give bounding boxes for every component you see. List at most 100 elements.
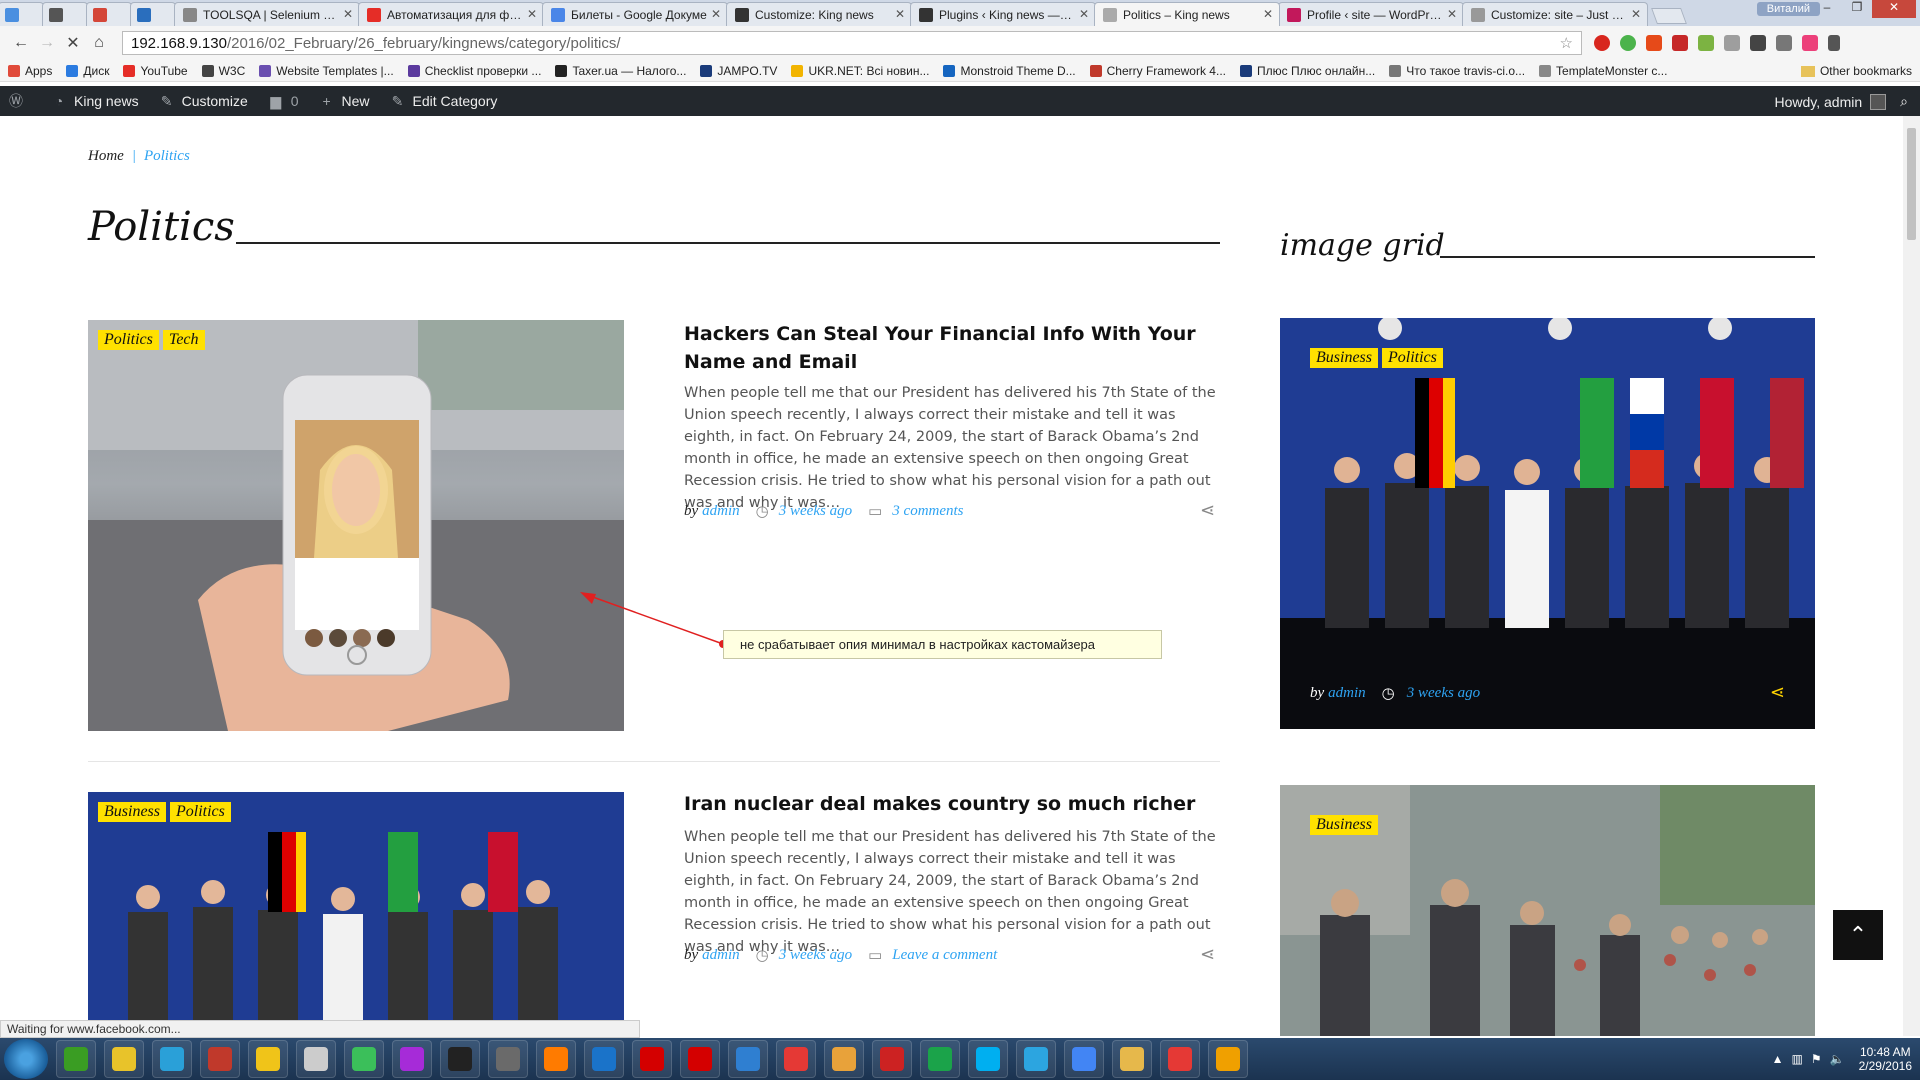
category-tag[interactable]: Politics — [1382, 348, 1443, 368]
taskbar-app-button[interactable] — [1064, 1040, 1104, 1078]
taskbar-app-button[interactable] — [104, 1040, 144, 1078]
page-scrollbar[interactable] — [1903, 116, 1920, 1036]
translate-extension-icon[interactable] — [1698, 35, 1714, 51]
taskbar-app-button[interactable] — [152, 1040, 192, 1078]
browser-tab[interactable] — [86, 2, 132, 26]
bookmark-item[interactable]: Taxer.ua — Налого... — [555, 64, 686, 78]
taskbar-app-button[interactable] — [968, 1040, 1008, 1078]
close-tab-icon[interactable]: ✕ — [343, 7, 353, 21]
windows-start-button[interactable] — [4, 1039, 48, 1079]
category-tag[interactable]: Business — [1310, 348, 1378, 368]
bookmark-item[interactable]: Monstroid Theme D... — [943, 64, 1076, 78]
share-icon[interactable]: ⋖ — [1200, 500, 1215, 521]
date-link[interactable]: 3 weeks ago — [1407, 685, 1480, 702]
forward-button[interactable]: → — [34, 34, 60, 52]
bookmark-item[interactable]: Что такое travis-ci.o... — [1389, 64, 1525, 78]
comments-link[interactable]: ▆ 0 — [268, 93, 298, 109]
home-button[interactable]: ⌂ — [86, 34, 112, 52]
date-link[interactable]: 3 weeks ago — [779, 503, 852, 520]
taskbar-app-button[interactable] — [584, 1040, 624, 1078]
browser-tab[interactable]: TOOLSQA | Selenium Web ✕ — [174, 2, 360, 26]
author-link[interactable]: admin — [702, 947, 740, 964]
post-title-link[interactable]: Iran nuclear deal makes country so much … — [684, 790, 1224, 818]
post-title-link[interactable]: Hackers Can Steal Your Financial Info Wi… — [684, 320, 1224, 376]
post-thumbnail-iran-deal[interactable]: Business Politics — [88, 792, 624, 1036]
customize-link[interactable]: ✎ Customize — [159, 93, 248, 109]
taskbar-app-button[interactable] — [536, 1040, 576, 1078]
browser-tab[interactable] — [42, 2, 88, 26]
comments-link[interactable]: Leave a comment — [892, 947, 997, 964]
browser-tab[interactable]: Автоматизация для фрон ✕ — [358, 2, 544, 26]
browser-tab[interactable]: Profile ‹ site — WordPress ✕ — [1278, 2, 1464, 26]
bookmark-item[interactable]: Apps — [8, 64, 52, 78]
browser-tab[interactable]: Customize: site – Just ano ✕ — [1462, 2, 1648, 26]
taskbar-app-button[interactable] — [1208, 1040, 1248, 1078]
system-clock[interactable]: 10:48 AM 2/29/2016 — [1859, 1045, 1912, 1073]
bookmark-item[interactable]: YouTube — [123, 64, 188, 78]
dots-extension-icon[interactable] — [1646, 35, 1662, 51]
maximize-button[interactable]: ❐ — [1842, 0, 1872, 18]
bookmark-item[interactable]: TemplateMonster c... — [1539, 64, 1667, 78]
bookmark-item[interactable]: JAMPO.TV — [700, 64, 777, 78]
taskbar-app-button[interactable] — [872, 1040, 912, 1078]
taskbar-app-button[interactable] — [824, 1040, 864, 1078]
taskbar-app-button[interactable] — [440, 1040, 480, 1078]
bookmark-item[interactable]: Checklist проверки ... — [407, 64, 541, 78]
bookmark-item[interactable]: Website Templates |... — [259, 64, 394, 78]
taskbar-app-button[interactable] — [488, 1040, 528, 1078]
tray-arrow-icon[interactable]: ▲ — [1772, 1052, 1784, 1066]
author-link[interactable]: admin — [702, 503, 740, 520]
theme-extension-icon[interactable] — [1802, 35, 1818, 51]
author-link[interactable]: admin — [1328, 685, 1366, 702]
grid-item-crowd[interactable]: Business — [1280, 785, 1815, 1036]
red-badge-extension-icon[interactable] — [1672, 35, 1688, 51]
taskbar-app-button[interactable] — [728, 1040, 768, 1078]
taskbar-app-button[interactable] — [776, 1040, 816, 1078]
settings-icon[interactable] — [1750, 35, 1766, 51]
close-tab-icon[interactable]: ✕ — [1263, 7, 1273, 21]
date-link[interactable]: 3 weeks ago — [779, 947, 852, 964]
site-name-menu[interactable]: ◔ King news — [51, 93, 139, 109]
taskbar-app-button[interactable] — [296, 1040, 336, 1078]
opera-extension-icon[interactable] — [1594, 35, 1610, 51]
browser-tab[interactable]: Plugins ‹ King news — Wo ✕ — [910, 2, 1096, 26]
bookmark-item[interactable]: Cherry Framework 4... — [1089, 64, 1226, 78]
bookmark-item[interactable]: W3C — [201, 64, 245, 78]
scroll-to-top-button[interactable]: ⌃ — [1833, 910, 1883, 960]
browser-tab[interactable] — [130, 2, 176, 26]
share-icon[interactable]: ⋖ — [1770, 682, 1785, 703]
flag-icon[interactable]: ⚑ — [1811, 1052, 1822, 1066]
close-window-button[interactable]: ✕ — [1872, 0, 1916, 18]
menu-icon[interactable] — [1828, 35, 1840, 51]
taskbar-app-button[interactable] — [392, 1040, 432, 1078]
taskbar-app-button[interactable] — [200, 1040, 240, 1078]
taskbar-app-button[interactable] — [248, 1040, 288, 1078]
browser-tab[interactable]: Customize: King news ✕ — [726, 2, 912, 26]
volume-icon[interactable]: 🔈 — [1830, 1052, 1845, 1066]
new-content-menu[interactable]: + New — [319, 93, 369, 109]
close-tab-icon[interactable]: ✕ — [1079, 7, 1089, 21]
close-tab-icon[interactable]: ✕ — [1631, 7, 1641, 21]
bookmark-star-icon[interactable]: ☆ — [1560, 34, 1573, 52]
share-icon[interactable]: ⋖ — [1200, 944, 1215, 965]
scrollbar-thumb[interactable] — [1907, 128, 1916, 240]
taskbar-app-button[interactable] — [920, 1040, 960, 1078]
taskbar-app-button[interactable] — [56, 1040, 96, 1078]
edit-category-link[interactable]: ✎ Edit Category — [390, 93, 498, 109]
bookmark-item[interactable]: UKR.NET: Всі новин... — [791, 64, 929, 78]
browser-tab[interactable]: Билеты - Google Докуме ✕ — [542, 2, 728, 26]
taskbar-app-button[interactable] — [632, 1040, 672, 1078]
comments-link[interactable]: 3 comments — [892, 503, 963, 520]
category-tag[interactable]: Politics — [170, 802, 231, 822]
taskbar-app-button[interactable] — [680, 1040, 720, 1078]
grid-item-iran-deal[interactable]: Business Politics by admin ◷ 3 weeks ago … — [1280, 318, 1815, 729]
close-tab-icon[interactable]: ✕ — [1447, 7, 1457, 21]
category-tag[interactable]: Business — [1310, 815, 1378, 835]
profile-user-badge[interactable]: Виталий — [1756, 2, 1820, 16]
mail-icon[interactable] — [1776, 35, 1792, 51]
category-tag[interactable]: Tech — [162, 330, 205, 350]
close-tab-icon[interactable]: ✕ — [711, 7, 721, 21]
new-tab-button[interactable] — [1651, 8, 1687, 24]
category-tag[interactable]: Politics — [98, 330, 159, 350]
back-button[interactable]: ← — [8, 34, 34, 52]
